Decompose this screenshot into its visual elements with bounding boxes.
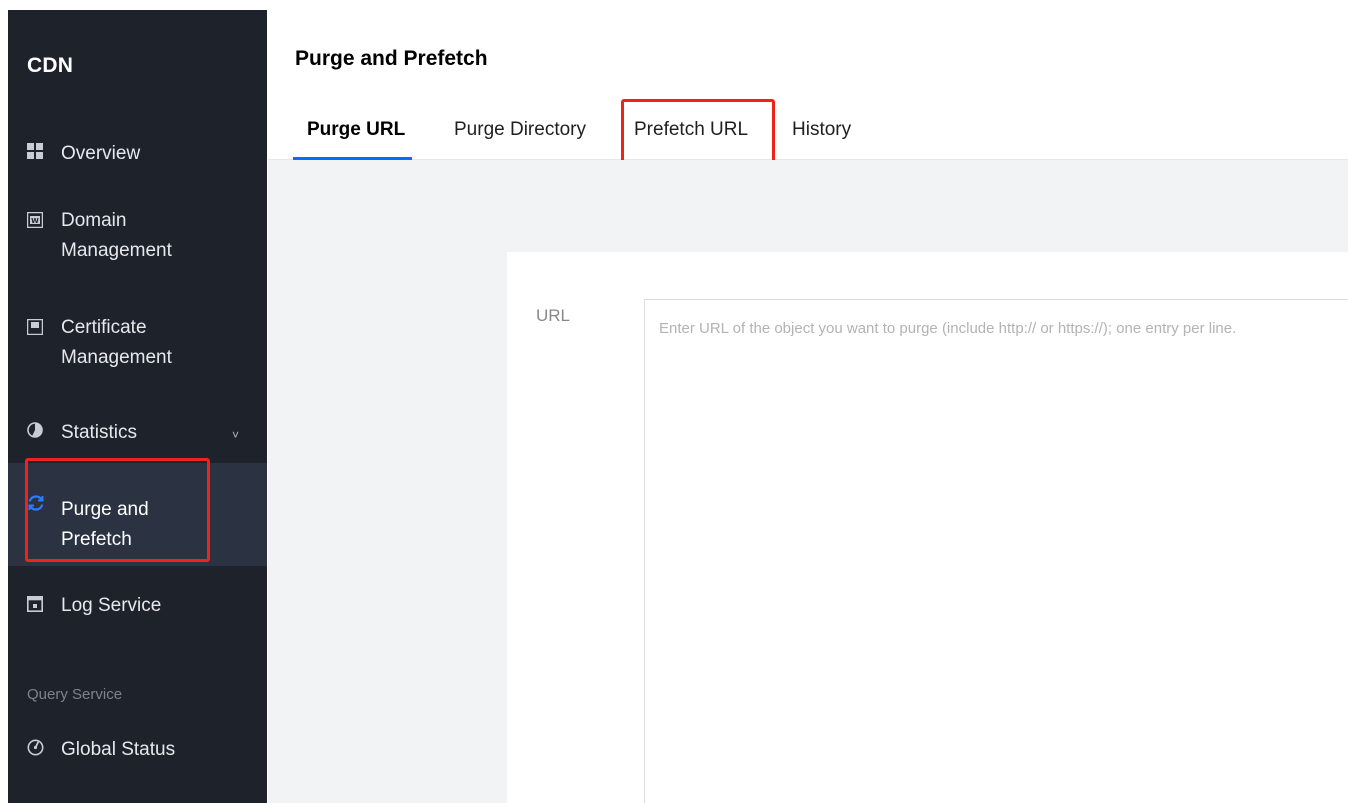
url-textarea[interactable] — [644, 299, 1348, 803]
tab-bar: Purge URL Purge Directory Prefetch URL H… — [268, 100, 1348, 160]
chevron-down-icon[interactable]: ˅ — [232, 428, 239, 442]
tab-purge-directory[interactable]: Purge Directory — [454, 119, 586, 141]
sidebar-item-purge-and-prefetch[interactable]: Purge and Prefetch — [8, 463, 267, 566]
sidebar-item-label: Statistics — [61, 422, 138, 443]
sidebar-item-label: Global Status — [61, 739, 176, 760]
sidebar-item-global-status[interactable]: Global Status — [8, 732, 267, 772]
sidebar-item-label: Domain Management — [61, 210, 172, 261]
sidebar-item-label: Certificate Management — [61, 317, 172, 368]
certificate-icon — [26, 318, 44, 336]
sidebar-item-overview[interactable]: Overview — [8, 135, 267, 175]
gauge-icon — [27, 739, 44, 756]
sidebar-item-log-service[interactable]: Log Service — [8, 588, 267, 628]
product-name: CDN — [27, 54, 74, 77]
sidebar-item-label: Purge and Prefetch — [61, 499, 149, 550]
grid-icon — [27, 143, 43, 159]
sidebar-item-label: Log Service — [61, 595, 162, 616]
refresh-icon — [27, 494, 44, 511]
svg-text:W: W — [31, 217, 39, 225]
sidebar: CDN Overview W Domain Management Certifi… — [8, 10, 267, 803]
tab-prefetch-url[interactable]: Prefetch URL — [634, 119, 748, 141]
tab-history[interactable]: History — [792, 119, 851, 141]
url-label: URL — [536, 306, 571, 325]
sidebar-item-certificate-management[interactable]: Certificate Management — [8, 313, 267, 383]
sidebar-item-domain-management[interactable]: W Domain Management — [8, 206, 267, 276]
sidebar-item-label: Overview — [61, 143, 141, 164]
page-title: Purge and Prefetch — [295, 47, 488, 70]
domain-icon: W — [26, 211, 44, 229]
tab-purge-url[interactable]: Purge URL — [307, 119, 405, 141]
section-label-query-service: Query Service — [27, 686, 123, 703]
log-icon — [27, 596, 43, 612]
sidebar-item-statistics[interactable]: Statistics ˅ — [8, 415, 267, 455]
pie-chart-icon — [27, 422, 43, 438]
